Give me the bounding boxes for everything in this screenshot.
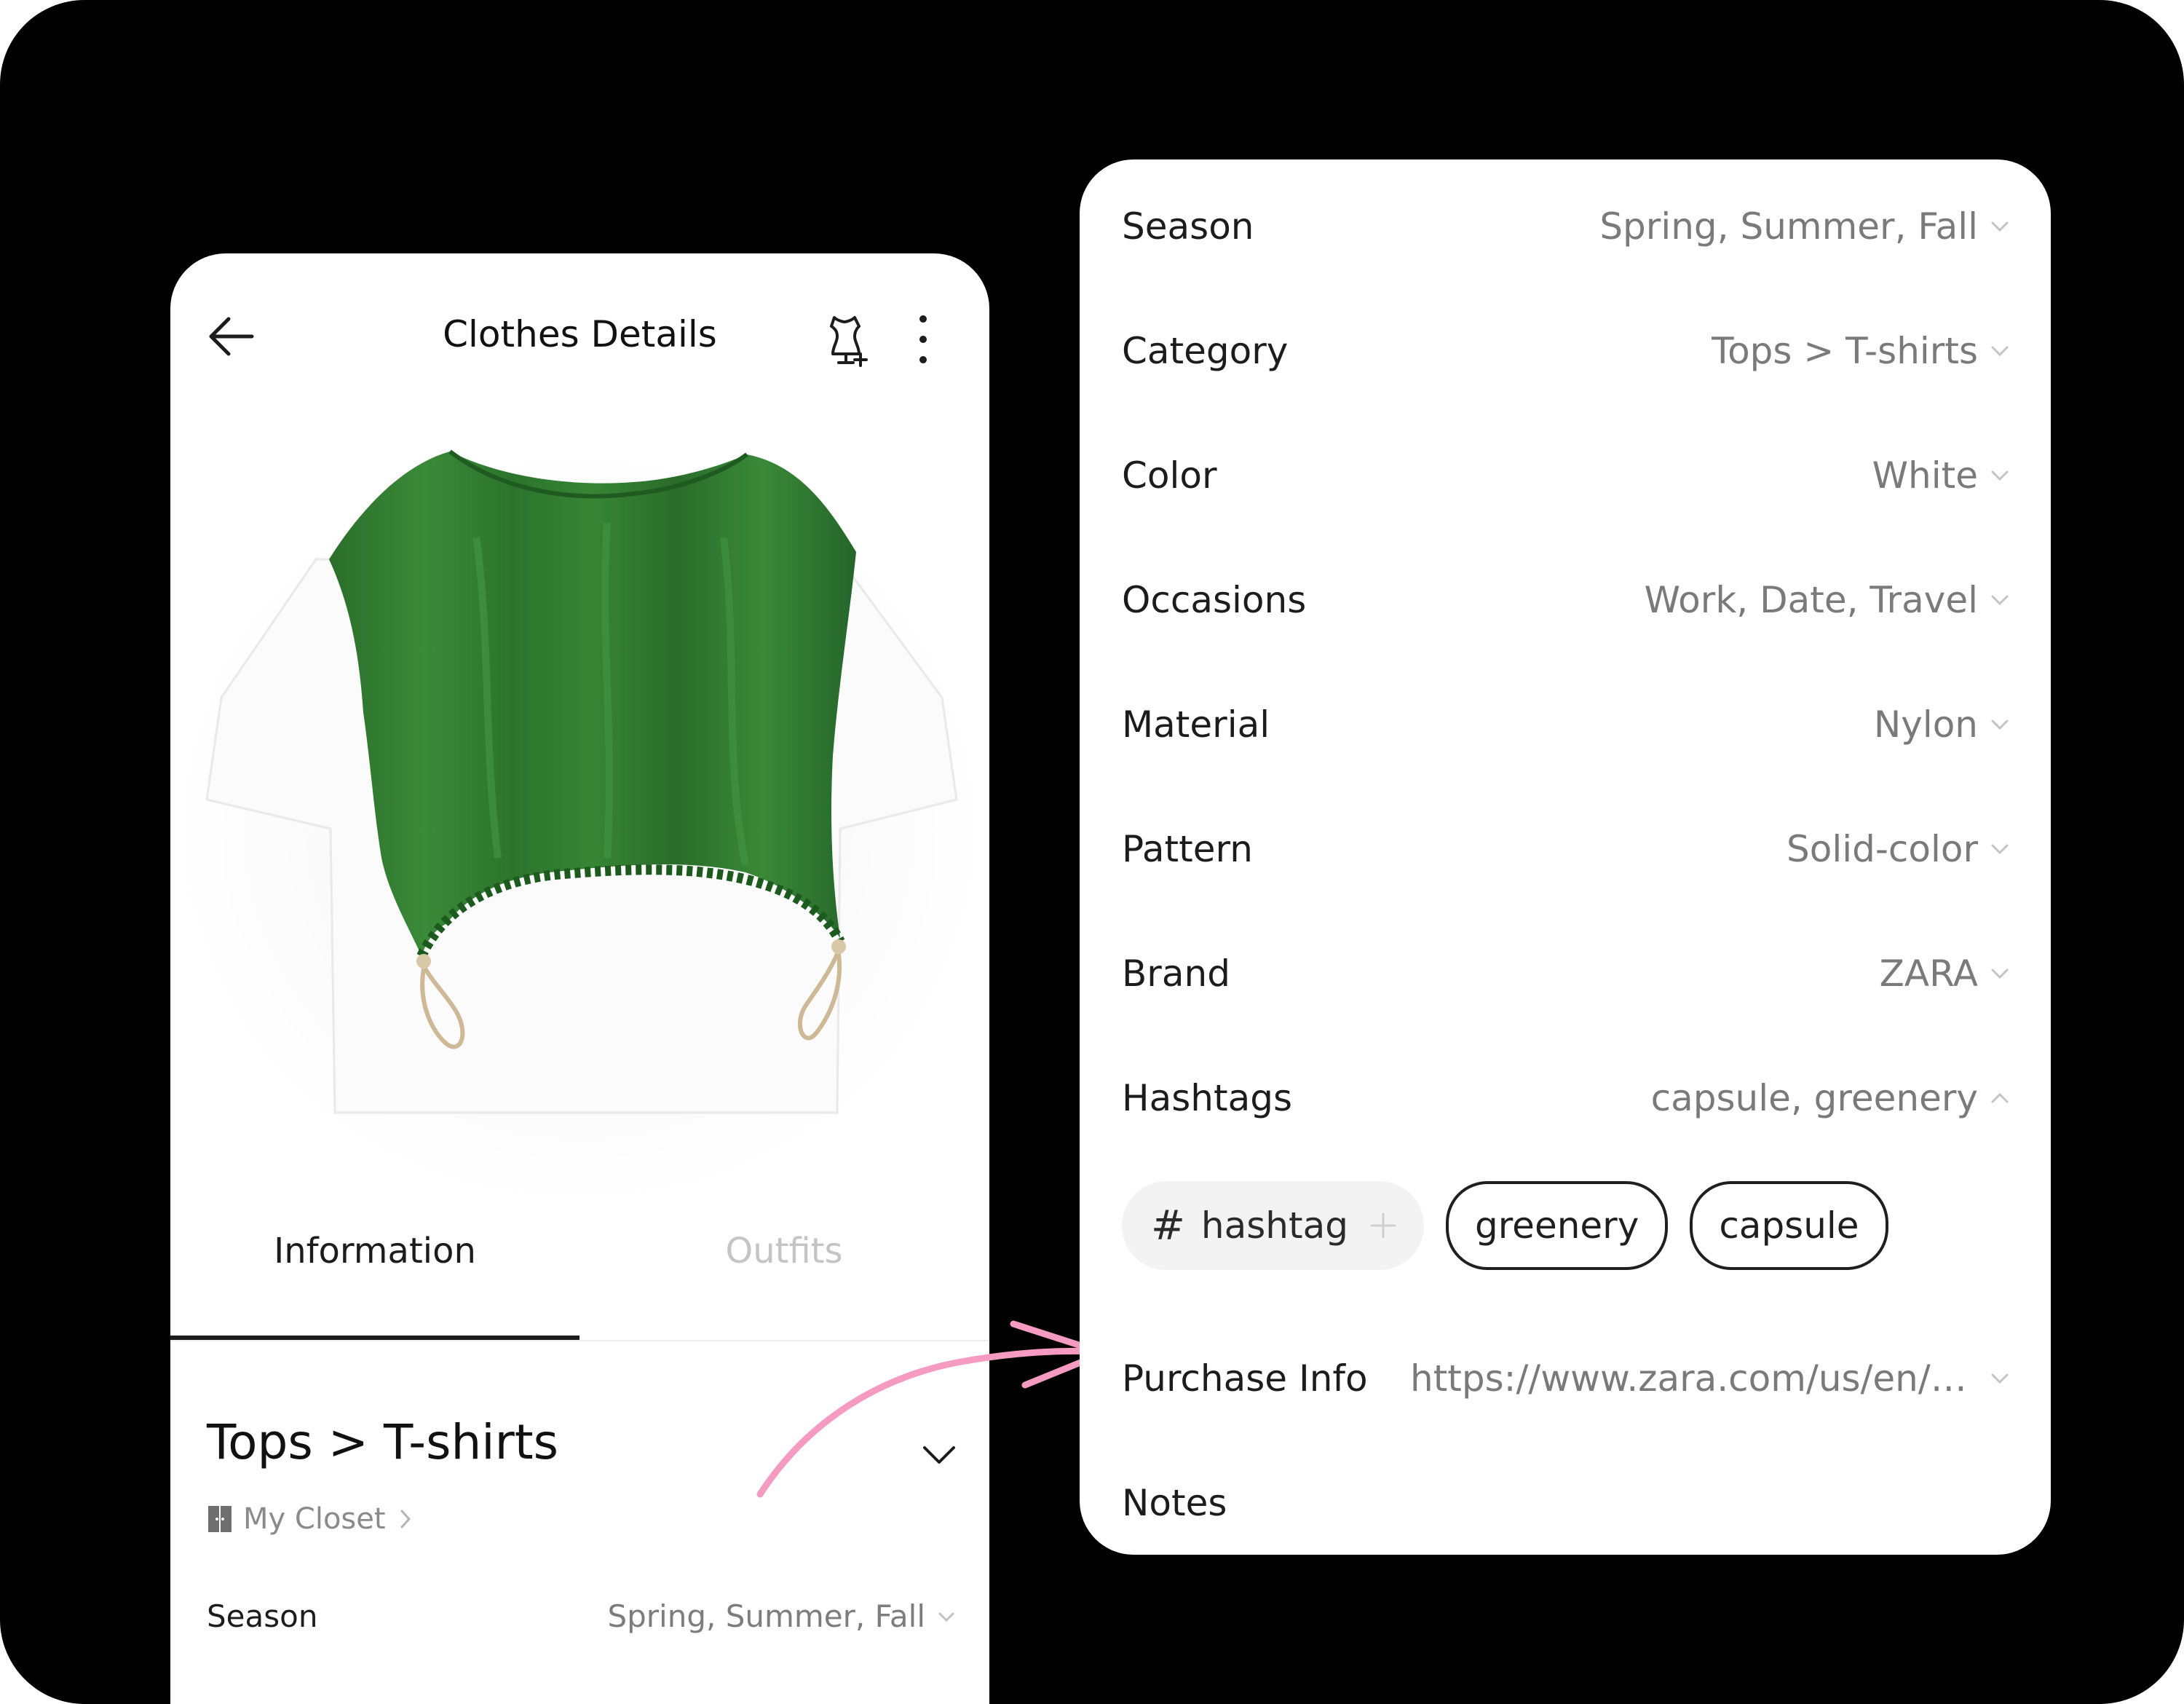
tab-outfits[interactable]: Outfits — [579, 1215, 989, 1302]
notes-label: Notes — [1122, 1482, 1227, 1524]
season-label: Season — [207, 1598, 318, 1634]
hashtags-row[interactable]: Hashtags capsule, greenery — [1122, 1054, 2010, 1142]
season-value: Spring, Summer, Fall — [1599, 205, 1978, 248]
season-value: Spring, Summer, Fall — [607, 1598, 925, 1634]
occasions-value: Work, Date, Travel — [1644, 579, 1978, 621]
purchase-info-row[interactable]: Purchase Info https://www.zara.com/us/en… — [1122, 1335, 2010, 1422]
occasions-row[interactable]: Occasions Work, Date, Travel — [1122, 556, 2010, 644]
more-options-button[interactable] — [909, 312, 938, 367]
chevron-down-icon — [1991, 221, 2009, 232]
brand-row[interactable]: Brand ZARA — [1122, 930, 2010, 1017]
canvas-background: Clothes Details Information Outfits Tops… — [0, 0, 2184, 1704]
hashtag-placeholder: hashtag — [1200, 1204, 1348, 1247]
closet-name: My Closet — [243, 1502, 386, 1536]
season-row[interactable]: Season Spring, Summer, Fall — [207, 1587, 956, 1646]
add-hashtag-field[interactable]: # hashtag — [1122, 1181, 1424, 1270]
plus-icon — [1370, 1212, 1396, 1239]
tshirt-illustration — [172, 449, 987, 1207]
notes-row[interactable]: Notes — [1122, 1459, 2010, 1547]
pattern-value: Solid-color — [1786, 828, 1978, 870]
category-row[interactable]: Category Tops > T-shirts — [1122, 307, 2010, 395]
connector-arrow — [756, 1320, 1107, 1498]
material-label: Material — [1122, 703, 1270, 746]
chevron-down-icon — [1991, 969, 2009, 979]
closet-link[interactable]: My Closet — [207, 1497, 422, 1541]
app-bar: Clothes Details — [170, 253, 989, 421]
chevron-down-icon — [1991, 844, 2009, 855]
occasions-label: Occasions — [1122, 579, 1307, 621]
more-vertical-icon — [919, 315, 927, 363]
chevron-down-icon — [1991, 1373, 2009, 1384]
detail-tabs: Information Outfits — [170, 1215, 989, 1302]
category-label: Category — [1122, 330, 1289, 372]
material-row[interactable]: Material Nylon — [1122, 681, 2010, 768]
chevron-down-icon — [938, 1612, 954, 1622]
chevron-down-icon — [1991, 595, 2009, 606]
chevron-down-icon — [1991, 719, 2009, 730]
color-value: White — [1872, 454, 1978, 497]
category-heading: Tops > T-shirts — [207, 1414, 559, 1470]
category-value: Tops > T-shirts — [1712, 330, 1978, 372]
purchase-info-label: Purchase Info — [1122, 1357, 1368, 1400]
tab-information[interactable]: Information — [170, 1215, 579, 1302]
hashtag-chip-capsule[interactable]: capsule — [1690, 1181, 1888, 1270]
season-label: Season — [1122, 205, 1254, 248]
add-to-closet-button[interactable] — [815, 310, 874, 368]
closet-icon — [208, 1506, 232, 1532]
chevron-down-icon — [1991, 346, 2009, 357]
hashtags-label: Hashtags — [1122, 1077, 1293, 1119]
pattern-label: Pattern — [1122, 828, 1253, 870]
season-row[interactable]: Season Spring, Summer, Fall — [1122, 183, 2010, 270]
chevron-down-icon — [1991, 470, 2009, 481]
hash-icon: # — [1151, 1202, 1185, 1250]
color-row[interactable]: Color White — [1122, 432, 2010, 519]
clothing-attributes-card: Season Spring, Summer, Fall Category Top… — [1080, 159, 2051, 1555]
chevron-right-icon — [400, 1510, 411, 1529]
clothing-photo — [170, 421, 989, 1215]
color-label: Color — [1122, 454, 1217, 497]
brand-label: Brand — [1122, 952, 1230, 995]
purchase-url[interactable]: https://www.zara.com/us/en/c⋯ — [1410, 1335, 1978, 1422]
material-value: Nylon — [1873, 703, 1978, 746]
brand-value: ZARA — [1879, 952, 1978, 995]
chevron-up-icon — [1991, 1092, 2009, 1103]
hashtag-chip-greenery[interactable]: greenery — [1445, 1181, 1669, 1270]
pattern-row[interactable]: Pattern Solid-color — [1122, 805, 2010, 893]
hashtags-value: capsule, greenery — [1650, 1077, 1978, 1119]
hashtag-chip-list: # hashtag greenery capsule — [1122, 1180, 1910, 1271]
dress-form-add-icon — [830, 316, 868, 367]
